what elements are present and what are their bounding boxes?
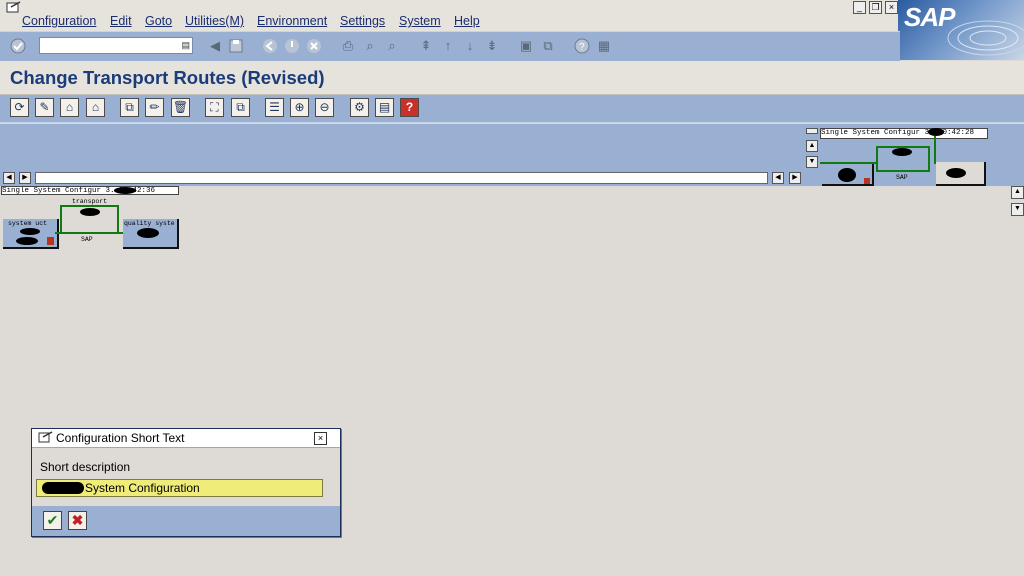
- command-field[interactable]: ▤: [39, 37, 193, 54]
- minimize-button[interactable]: _: [853, 1, 866, 14]
- save-icon[interactable]: [228, 38, 244, 54]
- transport-route-line: [55, 232, 127, 234]
- next-page-icon[interactable]: ↓: [462, 38, 478, 54]
- zoom-in-icon[interactable]: ⊕: [290, 98, 309, 117]
- dialog-title: Configuration Short Text: [56, 431, 185, 445]
- hierarchy-icon[interactable]: ⧉: [120, 98, 139, 117]
- find-next-icon[interactable]: ⌕: [384, 38, 400, 54]
- zoom-out-icon[interactable]: ⊖: [315, 98, 334, 117]
- redaction-mark: [946, 168, 966, 178]
- overview-scroll-down-button[interactable]: ▼: [806, 156, 818, 168]
- menu-goto[interactable]: Goto: [145, 14, 172, 28]
- redaction-mark: [114, 187, 136, 194]
- redaction-mark: [838, 168, 856, 182]
- standard-toolbar: ▤ ◀ ⎙ ⌕ ⌕ ⇞ ↑ ↓ ⇟ ▣ ⧉ ? ▦: [0, 31, 900, 62]
- quality-system-label: quality syste: [124, 220, 175, 227]
- menu-system[interactable]: System: [399, 14, 441, 28]
- menu-edit[interactable]: Edit: [110, 14, 132, 28]
- legend-icon[interactable]: ▤: [375, 98, 394, 117]
- close-window-button[interactable]: ×: [885, 1, 898, 14]
- svg-text:?: ?: [579, 42, 585, 53]
- scroll-up-button[interactable]: ▲: [1011, 186, 1024, 199]
- overview-scroll-up-button[interactable]: ▲: [806, 140, 818, 152]
- delete-icon[interactable]: 🗑: [171, 98, 190, 117]
- menu-settings[interactable]: Settings: [340, 14, 385, 28]
- menu-configuration[interactable]: Configuration: [22, 14, 96, 28]
- first-page-icon[interactable]: ⇞: [418, 38, 434, 54]
- create-session-icon[interactable]: ▣: [518, 38, 534, 54]
- dev-system-label: system uct: [8, 220, 48, 227]
- scroll-right-end-button[interactable]: ▶: [789, 172, 801, 184]
- enter-icon[interactable]: [10, 38, 26, 54]
- application-toolbar: ⟳ ✎ ⌂ ⌂ ⧉ ✏ 🗑 ⛶ ⧉ ☰ ⊕ ⊖ ⚙ ▤ ?: [0, 95, 1024, 123]
- settings-icon[interactable]: ⚙: [350, 98, 369, 117]
- vertical-scrollbar[interactable]: ▲ ▼: [1011, 186, 1024, 576]
- redaction-mark: [928, 128, 944, 136]
- last-page-icon[interactable]: ⇟: [484, 38, 500, 54]
- checkmark-icon[interactable]: ✔: [43, 511, 62, 530]
- system-menu-icon[interactable]: [6, 1, 22, 13]
- title-bar: Change Transport Routes (Revised): [0, 61, 1024, 95]
- menu-environment[interactable]: Environment: [257, 14, 327, 28]
- print-icon[interactable]: ⎙: [340, 38, 356, 54]
- back-icon[interactable]: ◀: [207, 38, 223, 54]
- redaction-mark: [42, 482, 84, 494]
- edit-icon[interactable]: ✏: [145, 98, 164, 117]
- scroll-left-button[interactable]: ◀: [3, 172, 15, 184]
- transport-layer-icon[interactable]: ⌂: [86, 98, 105, 117]
- system-status-icon: [47, 237, 54, 245]
- previous-page-icon[interactable]: ↑: [440, 38, 456, 54]
- display-change-icon[interactable]: ✎: [35, 98, 54, 117]
- close-icon[interactable]: ×: [314, 432, 327, 445]
- cancel-icon[interactable]: [306, 38, 322, 54]
- fit-view-icon[interactable]: ⛶: [205, 98, 224, 117]
- redaction-mark: [892, 148, 912, 156]
- layout-menu-icon[interactable]: ▦: [596, 38, 612, 54]
- route-label: transport: [72, 198, 108, 205]
- scroll-down-button[interactable]: ▼: [1011, 203, 1024, 216]
- detail-icon[interactable]: ⧉: [231, 98, 250, 117]
- system-status-icon: [864, 178, 870, 184]
- redaction-mark: [137, 228, 159, 238]
- refresh-icon[interactable]: ⟳: [10, 98, 29, 117]
- help-icon[interactable]: ?: [574, 38, 590, 54]
- overview-route-line: [820, 162, 878, 164]
- find-icon[interactable]: ⌕: [362, 38, 378, 54]
- dialog-title-bar[interactable]: Configuration Short Text ×: [32, 429, 340, 448]
- overview-window[interactable]: Single System Configur 3. 00:42:28 SAP: [820, 126, 990, 188]
- menu-help[interactable]: Help: [454, 14, 480, 28]
- cancel-x-icon[interactable]: ✖: [68, 511, 87, 530]
- overview-caption: Single System Configur 3. 00:42:28: [820, 128, 988, 139]
- redaction-mark: [16, 237, 38, 245]
- scroll-right-button[interactable]: ▶: [19, 172, 31, 184]
- short-text-dialog: Configuration Short Text × Short descrip…: [31, 428, 341, 537]
- dialog-footer: ✔ ✖: [32, 506, 340, 536]
- overview-toggle[interactable]: [806, 128, 818, 134]
- redaction-mark: [80, 208, 100, 216]
- logo-text: SAP: [904, 2, 955, 32]
- landscape-caption: Single System Configur 3. 00:42:36: [1, 186, 179, 195]
- restore-button[interactable]: ❐: [869, 1, 882, 14]
- short-description-label: Short description: [40, 460, 131, 474]
- route-sap-label: SAP: [81, 236, 93, 243]
- overview-sap-label: SAP: [896, 174, 908, 181]
- menu-utilities[interactable]: Utilities(M): [185, 14, 244, 28]
- command-field-history-icon[interactable]: ▤: [181, 40, 190, 51]
- list-icon[interactable]: ☰: [265, 98, 284, 117]
- add-system-icon[interactable]: ⌂: [60, 98, 79, 117]
- scroll-left-end-button[interactable]: ◀: [772, 172, 784, 184]
- exit-icon[interactable]: [284, 38, 300, 54]
- overview-route-line: [934, 136, 936, 164]
- redaction-mark: [20, 228, 40, 235]
- horizontal-scrollbar[interactable]: [35, 172, 768, 184]
- sap-logo: SAP: [898, 0, 1024, 60]
- back-nav-icon[interactable]: [262, 38, 278, 54]
- page-title: Change Transport Routes (Revised): [10, 67, 325, 88]
- help-icon[interactable]: ?: [400, 98, 419, 117]
- menu-bar: Configuration Edit Goto Utilities(M) Env…: [0, 0, 1024, 31]
- dialog-window-icon: [38, 431, 53, 443]
- shortcut-icon[interactable]: ⧉: [540, 38, 556, 54]
